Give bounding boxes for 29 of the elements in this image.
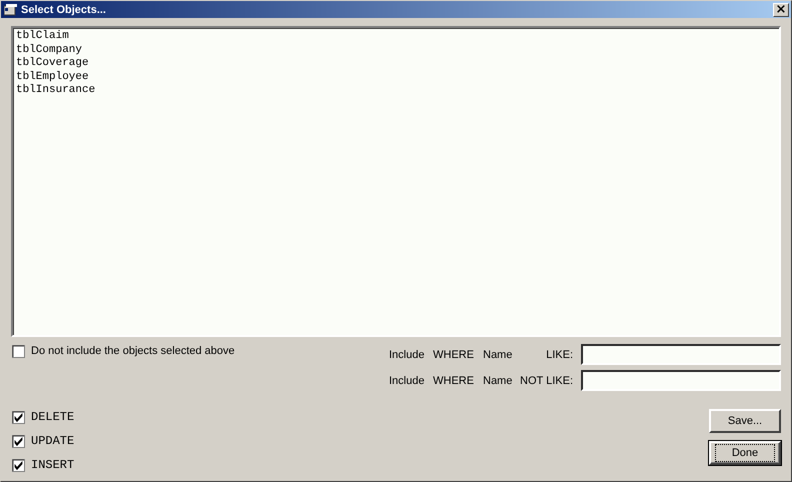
list-item[interactable]: tblEmployee (16, 70, 776, 84)
filter-label: Name (483, 374, 514, 386)
object-list[interactable]: tblClaim tblCompany tblCoverage tblEmployee tblInsurance (11, 26, 781, 337)
filter-label: Include (389, 374, 426, 386)
list-item[interactable]: tblCompany (16, 44, 776, 57)
checkbox-label: INSERT (31, 458, 74, 472)
checkbox-label: UPDATE (31, 434, 74, 448)
close-button[interactable]: × (773, 2, 789, 16)
checkbox[interactable] (12, 344, 25, 358)
list-item[interactable]: tblInsurance (16, 84, 776, 98)
filter-label: WHERE (433, 348, 475, 360)
checkbox[interactable] (12, 434, 25, 448)
list-item[interactable]: tblClaim (16, 30, 776, 44)
filter-label: WHERE (433, 374, 475, 386)
operator-label: NOT LIKE: (519, 374, 574, 386)
checkbox[interactable] (12, 458, 25, 472)
checkbox[interactable] (12, 410, 25, 424)
dialog-button[interactable]: Save... (709, 409, 781, 433)
checkbox-label: Do not include the objects selected above (31, 345, 235, 357)
operator-label: LIKE: (545, 348, 574, 360)
window-title: Select Objects... (21, 4, 107, 16)
filter-label: Name (483, 348, 514, 360)
filter-label: Include (389, 348, 426, 360)
dialog-button[interactable]: Done (709, 441, 781, 465)
list-item[interactable]: tblCoverage (16, 57, 776, 70)
input-field[interactable] (581, 344, 781, 365)
input-field[interactable] (581, 370, 781, 391)
checkbox-label: DELETE (31, 410, 74, 424)
window-icon (4, 4, 17, 16)
